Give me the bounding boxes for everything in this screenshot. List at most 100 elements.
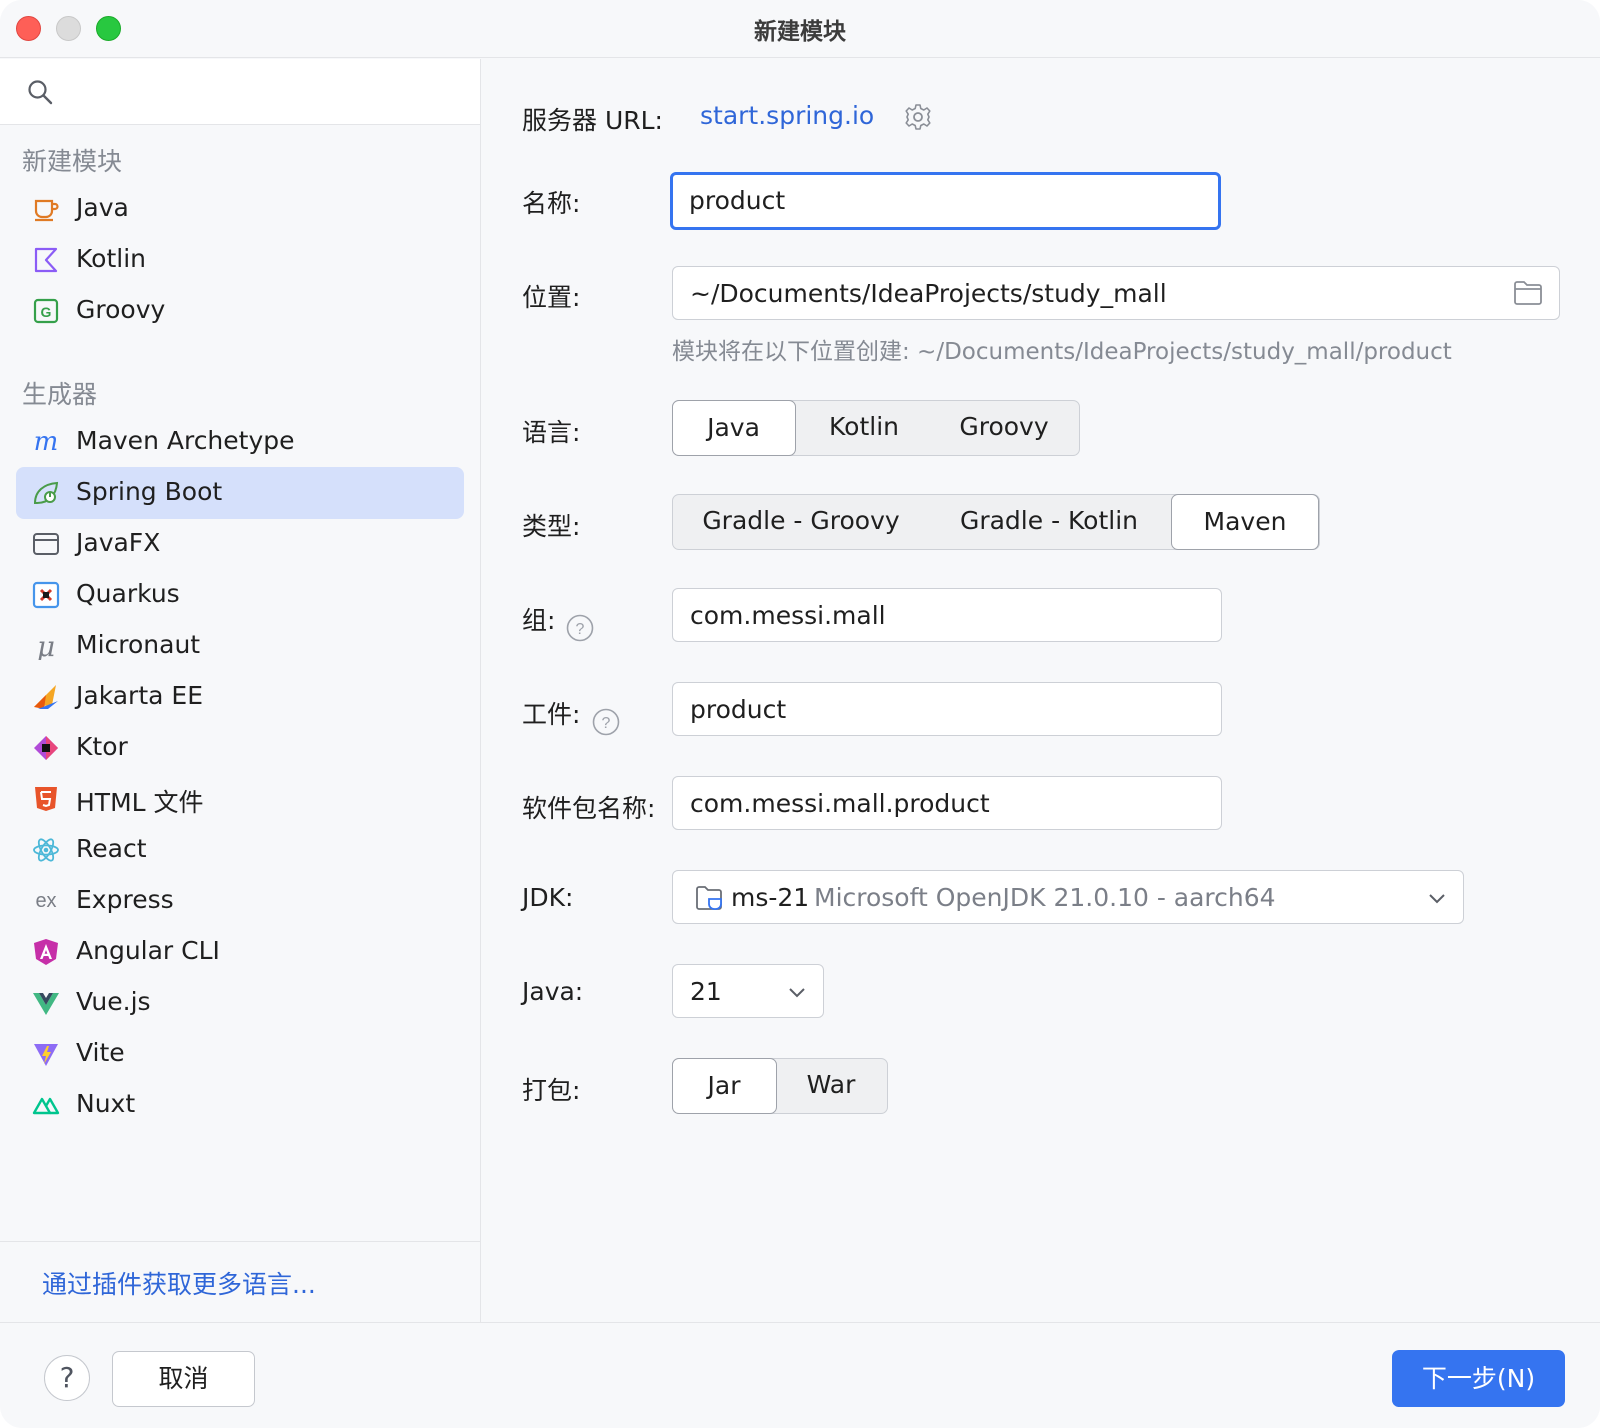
- spring-boot-form: 服务器 URL: start.spring.io 名称: product 位置:…: [482, 59, 1600, 1322]
- javafx-icon: [33, 533, 59, 555]
- micronaut-icon: μ: [37, 632, 55, 660]
- gear-icon[interactable]: [904, 103, 932, 131]
- sidebar-item-label: Java: [76, 193, 129, 222]
- dialog-footer: ? 取消 下一步(N): [0, 1322, 1600, 1428]
- artifact-input[interactable]: product: [672, 682, 1222, 736]
- java-version-dropdown[interactable]: 21: [672, 964, 824, 1018]
- kotlin-icon: [34, 247, 58, 273]
- type-label: 类型:: [522, 512, 581, 541]
- sidebar-item-react[interactable]: React: [16, 824, 464, 876]
- jdk-dropdown[interactable]: ms-21 Microsoft OpenJDK 21.0.10 - aarch6…: [672, 870, 1464, 924]
- sidebar-item-groovy[interactable]: G Groovy: [16, 285, 464, 337]
- type-option-maven[interactable]: Maven: [1171, 493, 1319, 550]
- search-icon: [28, 80, 53, 105]
- new-module-dialog: 新建模块 新建模块 Java Kotlin G Groovy 生成器 m Mav…: [0, 0, 1600, 1428]
- sidebar-item-express[interactable]: ex Express: [16, 875, 464, 927]
- jdk-folder-icon: [696, 886, 722, 910]
- sidebar-item-label: Micronaut: [76, 630, 201, 659]
- sidebar-item-ktor[interactable]: Ktor: [16, 722, 464, 774]
- cancel-button[interactable]: 取消: [112, 1351, 255, 1407]
- sidebar-item-label: Jakarta EE: [76, 681, 203, 710]
- sidebar-item-label: Nuxt: [76, 1089, 136, 1118]
- sidebar-item-vuejs[interactable]: Vue.js: [16, 977, 464, 1029]
- title-bar: 新建模块: [0, 0, 1600, 58]
- jdk-label: JDK:: [522, 883, 574, 912]
- location-value: ~/Documents/IdeaProjects/study_mall: [690, 279, 1167, 308]
- react-icon: [33, 838, 59, 862]
- ktor-icon: [34, 736, 58, 760]
- help-button[interactable]: ?: [44, 1355, 90, 1401]
- folder-icon[interactable]: [1513, 280, 1543, 306]
- sidebar-item-label: Express: [76, 885, 174, 914]
- sidebar-item-label: Ktor: [76, 732, 128, 761]
- sidebar-item-angular-cli[interactable]: Angular CLI: [16, 926, 464, 978]
- sidebar-item-kotlin[interactable]: Kotlin: [16, 234, 464, 286]
- section-new-module: 新建模块: [22, 147, 123, 176]
- artifact-label: 工件:: [522, 700, 581, 729]
- sidebar-item-jakarta-ee[interactable]: Jakarta EE: [16, 671, 464, 723]
- name-label: 名称:: [522, 189, 581, 218]
- sidebar-item-label: Maven Archetype: [76, 426, 295, 455]
- packaging-segmented-control: Jar War: [671, 1057, 888, 1114]
- html5-icon: [35, 787, 57, 811]
- help-icon[interactable]: ?: [566, 614, 594, 642]
- language-option-groovy[interactable]: Groovy: [931, 400, 1077, 456]
- language-option-java[interactable]: Java: [671, 399, 796, 456]
- jdk-name: ms-21: [731, 883, 810, 912]
- name-value: product: [689, 186, 786, 215]
- type-option-gradle-kotlin[interactable]: Gradle - Kotlin: [931, 494, 1167, 550]
- location-hint: 模块将在以下位置创建: ~/Documents/IdeaProjects/stu…: [672, 339, 1452, 365]
- type-option-gradle-groovy[interactable]: Gradle - Groovy: [673, 494, 929, 550]
- packaging-option-war[interactable]: War: [777, 1058, 885, 1114]
- group-label: 组:: [522, 606, 556, 635]
- sidebar-item-javafx[interactable]: JavaFX: [16, 518, 464, 570]
- sidebar-item-label: Vite: [76, 1038, 125, 1067]
- sidebar-item-spring-boot[interactable]: Spring Boot: [16, 467, 464, 519]
- jakarta-ee-icon: [34, 685, 58, 709]
- chevron-down-icon: [789, 988, 805, 998]
- svg-text:?: ?: [576, 621, 585, 638]
- vue-icon: [33, 993, 59, 1015]
- sidebar-item-html[interactable]: HTML 文件: [16, 773, 464, 825]
- sidebar-item-quarkus[interactable]: Quarkus: [16, 569, 464, 621]
- sidebar-item-label: JavaFX: [76, 528, 161, 557]
- package-name-value: com.messi.mall.product: [690, 789, 990, 818]
- nuxt-icon: [32, 1097, 60, 1115]
- sidebar-item-label: Vue.js: [76, 987, 151, 1016]
- sidebar-item-label: Quarkus: [76, 579, 180, 608]
- location-input[interactable]: ~/Documents/IdeaProjects/study_mall: [672, 266, 1560, 320]
- server-url-link[interactable]: start.spring.io: [700, 101, 874, 130]
- sidebar-item-maven-archetype[interactable]: m Maven Archetype: [16, 416, 464, 468]
- window-title: 新建模块: [754, 19, 846, 45]
- server-url-label: 服务器 URL:: [522, 106, 663, 135]
- express-icon: ex: [35, 890, 56, 912]
- packaging-option-jar[interactable]: Jar: [671, 1057, 777, 1114]
- quarkus-icon: [32, 581, 60, 609]
- name-input[interactable]: product: [670, 172, 1221, 230]
- sidebar-item-label: HTML 文件: [76, 788, 204, 817]
- sidebar-item-nuxt[interactable]: Nuxt: [16, 1079, 464, 1131]
- svg-text:m: m: [34, 428, 59, 456]
- sidebar-item-label: Angular CLI: [76, 936, 220, 965]
- sidebar-item-micronaut[interactable]: μ Micronaut: [16, 620, 464, 672]
- packaging-label: 打包:: [522, 1076, 581, 1105]
- get-more-languages-link[interactable]: 通过插件获取更多语言...: [42, 1265, 316, 1301]
- language-option-kotlin[interactable]: Kotlin: [799, 400, 929, 456]
- next-button[interactable]: 下一步(N): [1392, 1350, 1565, 1407]
- group-input[interactable]: com.messi.mall: [672, 588, 1222, 642]
- sidebar-item-vite[interactable]: Vite: [16, 1028, 464, 1080]
- sidebar: 新建模块 Java Kotlin G Groovy 生成器 m Maven Ar…: [0, 59, 481, 1322]
- search-input[interactable]: [0, 59, 480, 125]
- group-value: com.messi.mall: [690, 601, 886, 630]
- svg-text:?: ?: [602, 715, 611, 732]
- language-label: 语言:: [522, 418, 581, 447]
- language-segmented-control: Java Kotlin Groovy: [671, 399, 1080, 456]
- jdk-detail: Microsoft OpenJDK 21.0.10 - aarch64: [814, 883, 1276, 912]
- sidebar-item-label: Groovy: [76, 295, 166, 324]
- type-segmented-control: Gradle - Groovy Gradle - Kotlin Maven: [672, 493, 1320, 550]
- angular-icon: [34, 939, 58, 965]
- help-icon[interactable]: ?: [592, 708, 620, 736]
- sidebar-item-java[interactable]: Java: [16, 183, 464, 235]
- package-name-input[interactable]: com.messi.mall.product: [672, 776, 1222, 830]
- java-version-value: 21: [690, 977, 722, 1006]
